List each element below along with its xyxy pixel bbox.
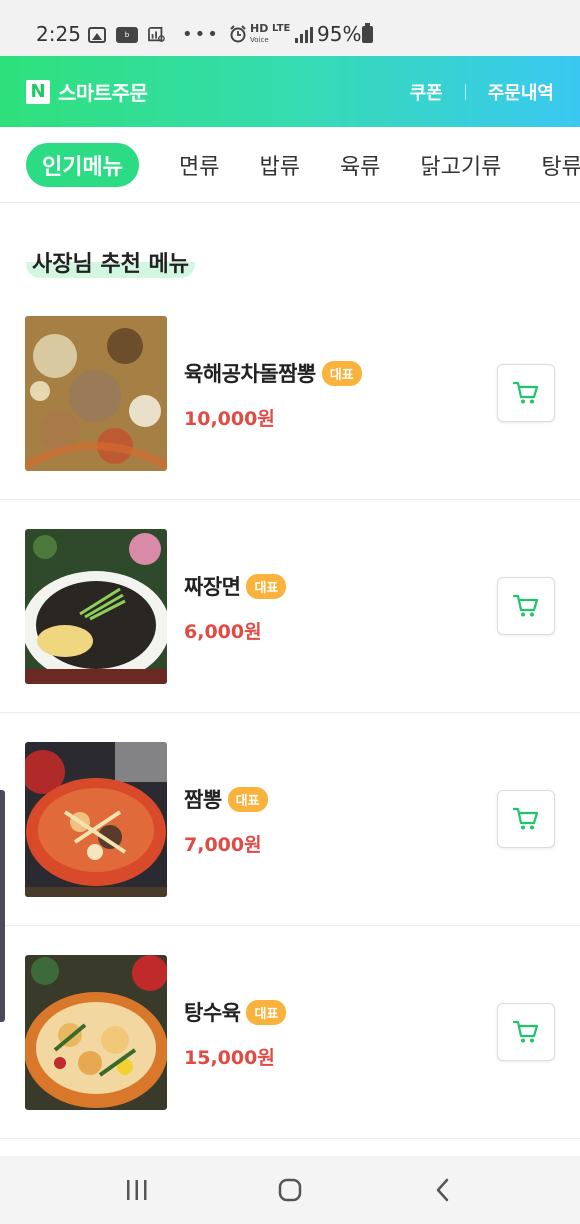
- tab-rice[interactable]: 밥류: [259, 143, 299, 187]
- signature-badge: 대표: [227, 786, 268, 812]
- food-image: [25, 316, 167, 471]
- home-icon: [278, 1178, 302, 1202]
- gallery-icon: [88, 26, 106, 43]
- menu-item[interactable]: 육해공차돌짬뽕 대표 10,000원: [0, 287, 580, 500]
- lte-label: LTE: [272, 23, 291, 34]
- back-button[interactable]: [423, 1170, 463, 1210]
- item-name: 짜장면: [184, 575, 241, 599]
- food-image: [25, 529, 167, 684]
- item-title-row: 육해공차돌짬뽕 대표: [184, 358, 362, 388]
- signature-badge: 대표: [246, 999, 287, 1025]
- blog-icon: b: [116, 26, 138, 43]
- item-title-row: 짬뽕 대표: [184, 784, 268, 814]
- tab-noodles[interactable]: 면류: [179, 143, 219, 187]
- notification-icons: b •••: [88, 24, 220, 45]
- battery-icon: [362, 23, 373, 43]
- header-links: 쿠폰 주문내역: [410, 79, 554, 105]
- item-title-row: 짜장면 대표: [184, 571, 287, 601]
- status-time: 2:25: [36, 22, 81, 46]
- menu-item[interactable]: 짜장면 대표 6,000원: [0, 500, 580, 713]
- signal-icon: [295, 27, 313, 43]
- add-to-cart-button[interactable]: [497, 790, 555, 848]
- item-price: 15,000원: [184, 1047, 275, 1069]
- recent-apps-icon: [126, 1180, 147, 1200]
- edge-panel-handle[interactable]: [0, 790, 5, 1022]
- food-image: [25, 742, 167, 897]
- item-price: 6,000원: [184, 621, 262, 643]
- signature-badge: 대표: [246, 573, 287, 599]
- category-tabs: 인기메뉴 면류 밥류 육류 닭고기류 탕류: [0, 127, 580, 203]
- tab-popular[interactable]: 인기메뉴: [26, 142, 139, 187]
- item-name: 육해공차돌짬뽕: [184, 362, 316, 386]
- back-icon: [437, 1178, 449, 1202]
- item-name: 탕수육: [184, 1001, 241, 1025]
- cart-icon: [513, 1020, 539, 1043]
- home-button[interactable]: [270, 1170, 310, 1210]
- section-title: 사장님 추천 메뉴: [26, 246, 195, 278]
- brand-name[interactable]: 스마트주문: [58, 77, 148, 106]
- item-name: 짬뽕: [184, 788, 222, 812]
- coupon-link[interactable]: 쿠폰: [410, 79, 443, 105]
- chart-search-icon: [148, 26, 165, 42]
- add-to-cart-button[interactable]: [497, 1003, 555, 1061]
- item-title-row: 탕수육 대표: [184, 997, 287, 1027]
- order-history-link[interactable]: 주문내역: [488, 79, 554, 105]
- alarm-icon: [230, 25, 246, 43]
- cart-icon: [513, 381, 539, 404]
- food-image: [25, 955, 167, 1110]
- cart-icon: [513, 594, 539, 617]
- item-price: 7,000원: [184, 834, 262, 856]
- add-to-cart-button[interactable]: [497, 577, 555, 635]
- tab-soup[interactable]: 탕류: [541, 143, 580, 187]
- battery-percent: 95%: [317, 22, 362, 46]
- status-bar: 2:25 b ••• HD Voice LTE 95%: [0, 0, 580, 56]
- menu-item[interactable]: 탕수육 대표 15,000원: [0, 926, 580, 1139]
- add-to-cart-button[interactable]: [497, 364, 555, 422]
- item-price: 10,000원: [184, 408, 275, 430]
- hd-voice-icon: HD Voice: [250, 22, 269, 44]
- header-divider: [464, 83, 466, 100]
- signature-badge: 대표: [321, 360, 362, 386]
- recent-apps-button[interactable]: [117, 1170, 157, 1210]
- more-notifications-icon: •••: [182, 24, 220, 45]
- tab-chicken[interactable]: 닭고기류: [420, 143, 501, 187]
- app-header: N 스마트주문 쿠폰 주문내역: [0, 56, 580, 127]
- menu-item[interactable]: 짬뽕 대표 7,000원: [0, 713, 580, 926]
- system-navigation-bar: [0, 1156, 580, 1224]
- cart-icon: [513, 807, 539, 830]
- tab-meat[interactable]: 육류: [340, 143, 380, 187]
- naver-logo-icon: N: [26, 79, 50, 104]
